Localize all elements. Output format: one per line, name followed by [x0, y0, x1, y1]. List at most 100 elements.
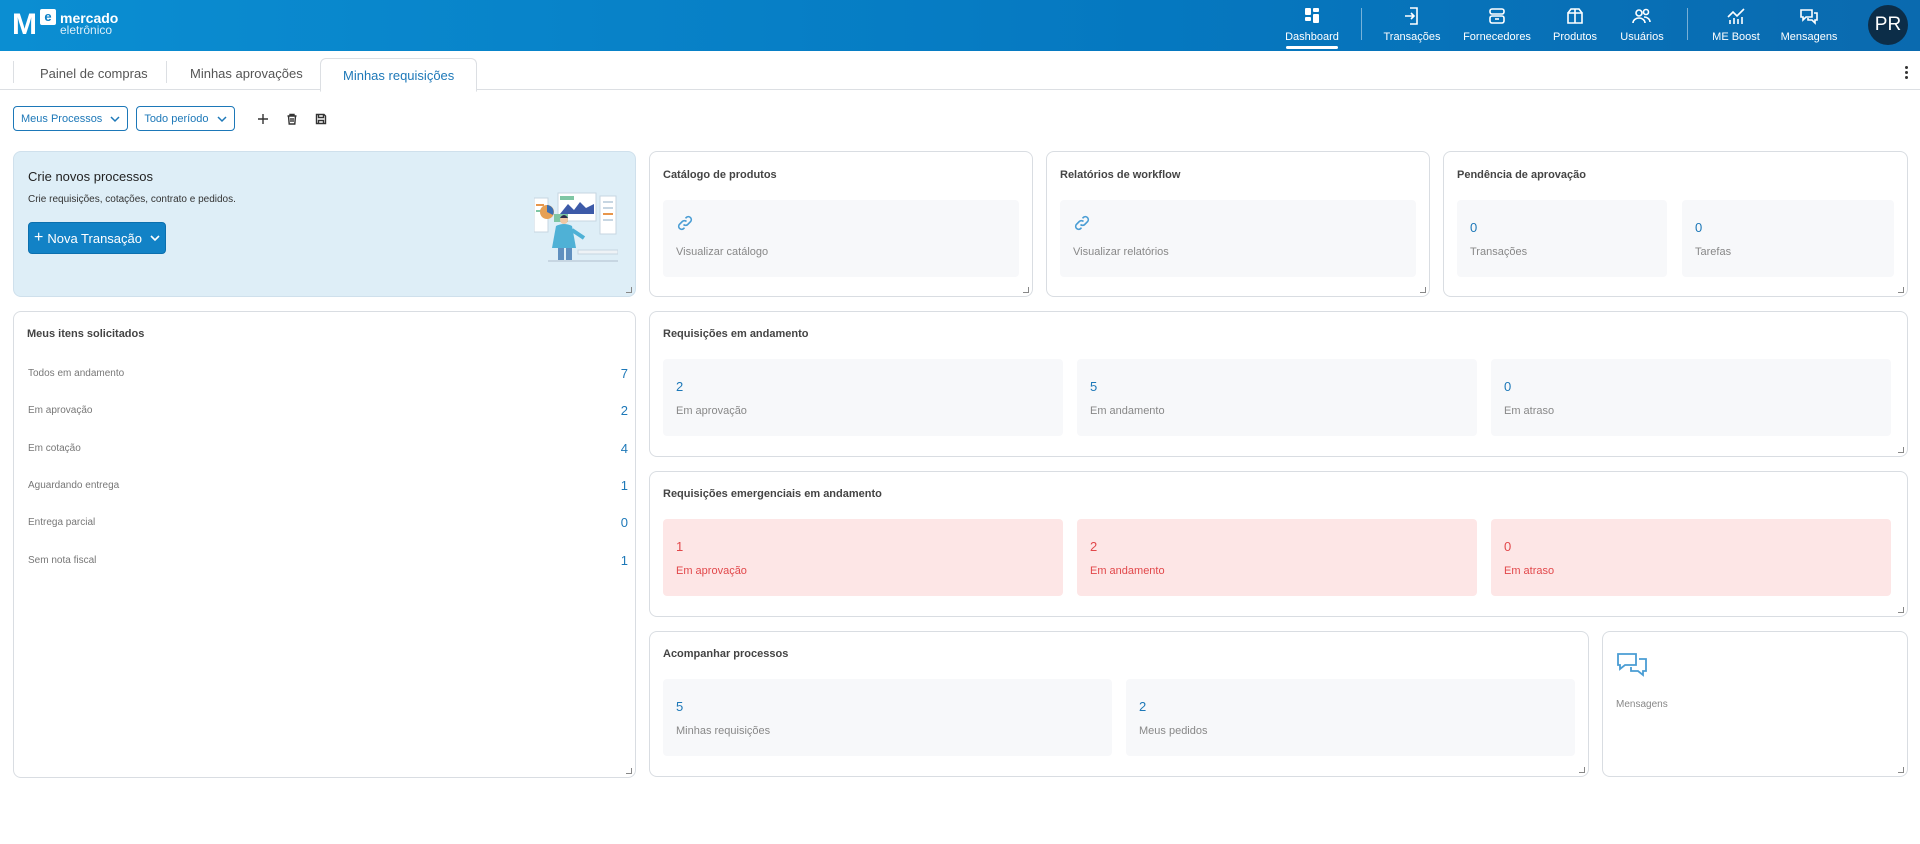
emergency-delayed-tile[interactable]: 0 Em atraso [1491, 519, 1891, 596]
tab-painel-de-compras[interactable]: Painel de compras [40, 57, 148, 90]
tile-label: Em aprovação [676, 405, 747, 417]
product-catalog-card: Catálogo de produtos Visualizar catálogo [649, 151, 1033, 297]
list-item[interactable]: Sem nota fiscal 1 [28, 553, 628, 571]
tile-value: 0 [1504, 539, 1512, 554]
list-item[interactable]: Em aprovação 2 [28, 403, 628, 421]
item-count: 0 [620, 515, 628, 530]
filter-bar: Meus Processos Todo período [13, 106, 330, 131]
resize-handle[interactable] [1579, 767, 1585, 773]
item-label: Entrega parcial [28, 517, 96, 528]
logo-letter-m: M [12, 8, 37, 41]
create-process-card: Crie novos processos Crie requisições, c… [13, 151, 636, 297]
add-filter-button[interactable] [254, 110, 272, 128]
nav-label: Mensagens [1780, 31, 1838, 43]
logo-letter-e: e [40, 9, 56, 25]
user-avatar[interactable]: PR [1868, 5, 1908, 45]
item-label: Sem nota fiscal [28, 555, 97, 566]
list-item[interactable]: Entrega parcial 0 [28, 515, 628, 533]
card-title: Meus itens solicitados [27, 328, 145, 340]
requests-in-progress-card: Requisições em andamento 2 Em aprovação … [649, 311, 1908, 457]
process-filter-select[interactable]: Meus Processos [13, 106, 129, 131]
tile-value: 5 [676, 699, 684, 714]
nav-me-boost[interactable]: ME Boost [1712, 0, 1760, 51]
hero-subtitle: Crie requisições, cotações, contrato e p… [28, 194, 236, 205]
tab-minhas-aprovacoes[interactable]: Minhas aprovações [190, 57, 303, 90]
messages-label: Mensagens [1616, 699, 1668, 710]
period-filter-value: Todo período [144, 112, 209, 125]
nav-dashboard[interactable]: Dashboard [1285, 0, 1339, 51]
requests-progress-tile[interactable]: 5 Em andamento [1077, 359, 1477, 436]
emergency-progress-tile[interactable]: 2 Em andamento [1077, 519, 1477, 596]
logo-text: mercado eletrônico [60, 11, 118, 36]
item-count: 1 [620, 478, 628, 493]
card-title: Pendência de aprovação [1457, 169, 1586, 181]
follow-processes-card: Acompanhar processos 5 Minhas requisiçõe… [649, 631, 1589, 777]
item-label: Aguardando entrega [28, 480, 120, 491]
products-icon [1567, 8, 1583, 24]
more-options-icon[interactable] [1905, 66, 1909, 79]
view-catalog-label: Visualizar catálogo [676, 246, 769, 258]
tile-label: Em atraso [1504, 565, 1555, 577]
requests-delayed-tile[interactable]: 0 Em atraso [1491, 359, 1891, 436]
tile-label: Meus pedidos [1139, 725, 1208, 737]
nav-fornecedores[interactable]: Fornecedores [1463, 0, 1531, 51]
resize-handle[interactable] [1023, 287, 1029, 293]
resize-handle[interactable] [626, 768, 632, 774]
list-item[interactable]: Em cotação 4 [28, 441, 628, 459]
save-filter-button[interactable] [312, 110, 330, 128]
link-icon [677, 215, 693, 231]
suppliers-icon [1489, 8, 1505, 24]
tile-label: Transações [1470, 246, 1528, 258]
emergency-approval-tile[interactable]: 1 Em aprovação [663, 519, 1063, 596]
trash-icon [287, 113, 297, 125]
resize-handle[interactable] [1420, 287, 1426, 293]
view-catalog-tile[interactable]: Visualizar catálogo [663, 200, 1019, 277]
pending-approval-card: Pendência de aprovação 0 Transações 0 Ta… [1443, 151, 1908, 297]
nav-label: Fornecedores [1463, 31, 1531, 43]
requests-approval-tile[interactable]: 2 Em aprovação [663, 359, 1063, 436]
period-filter-select[interactable]: Todo período [136, 106, 235, 131]
plus-icon: + [33, 229, 44, 246]
link-icon [1074, 215, 1090, 231]
resize-handle[interactable] [1898, 287, 1904, 293]
messages-icon [1617, 653, 1647, 677]
plus-icon [257, 113, 268, 124]
pending-tasks-tile[interactable]: 0 Tarefas [1682, 200, 1894, 277]
emergency-requests-card: Requisições emergenciais em andamento 1 … [649, 471, 1908, 617]
new-transaction-button[interactable]: + Nova Transação [28, 222, 166, 254]
nav-divider [1687, 8, 1688, 40]
nav-usuarios[interactable]: Usuários [1620, 0, 1664, 51]
brand-logo[interactable]: M e mercado eletrônico [12, 8, 118, 41]
item-count: 1 [620, 553, 628, 568]
my-requests-tile[interactable]: 5 Minhas requisições [663, 679, 1112, 756]
resize-handle[interactable] [1898, 767, 1904, 773]
item-count: 2 [620, 403, 628, 418]
process-filter-value: Meus Processos [21, 112, 103, 125]
nav-mensagens[interactable]: Mensagens [1780, 0, 1838, 51]
my-orders-tile[interactable]: 2 Meus pedidos [1126, 679, 1575, 756]
card-title: Relatórios de workflow [1060, 169, 1181, 181]
tile-value: 0 [1695, 220, 1703, 235]
tab-bar: Painel de compras Minhas aprovações Minh… [0, 51, 1920, 92]
tile-value: 2 [1090, 539, 1098, 554]
messages-card[interactable]: Mensagens [1602, 631, 1908, 777]
view-reports-tile[interactable]: Visualizar relatórios [1060, 200, 1416, 277]
list-item[interactable]: Aguardando entrega 1 [28, 478, 628, 496]
item-label: Todos em andamento [28, 368, 125, 379]
boost-chart-icon [1727, 8, 1745, 24]
nav-transacoes[interactable]: Transações [1383, 0, 1441, 51]
pending-transactions-tile[interactable]: 0 Transações [1457, 200, 1667, 277]
resize-handle[interactable] [626, 287, 632, 293]
list-item[interactable]: Todos em andamento 7 [28, 366, 628, 384]
nav-produtos[interactable]: Produtos [1553, 0, 1597, 51]
tab-divider [13, 61, 14, 83]
resize-handle[interactable] [1898, 607, 1904, 613]
messages-icon [1800, 9, 1818, 25]
top-bar: M e mercado eletrônico Dashboard Transaç… [0, 0, 1920, 51]
tile-value: 0 [1504, 379, 1512, 394]
workflow-reports-card: Relatórios de workflow Visualizar relató… [1046, 151, 1430, 297]
tile-label: Em andamento [1090, 405, 1165, 417]
resize-handle[interactable] [1898, 447, 1904, 453]
delete-filter-button[interactable] [283, 110, 301, 128]
tab-minhas-requisicoes[interactable]: Minhas requisições [320, 58, 478, 92]
